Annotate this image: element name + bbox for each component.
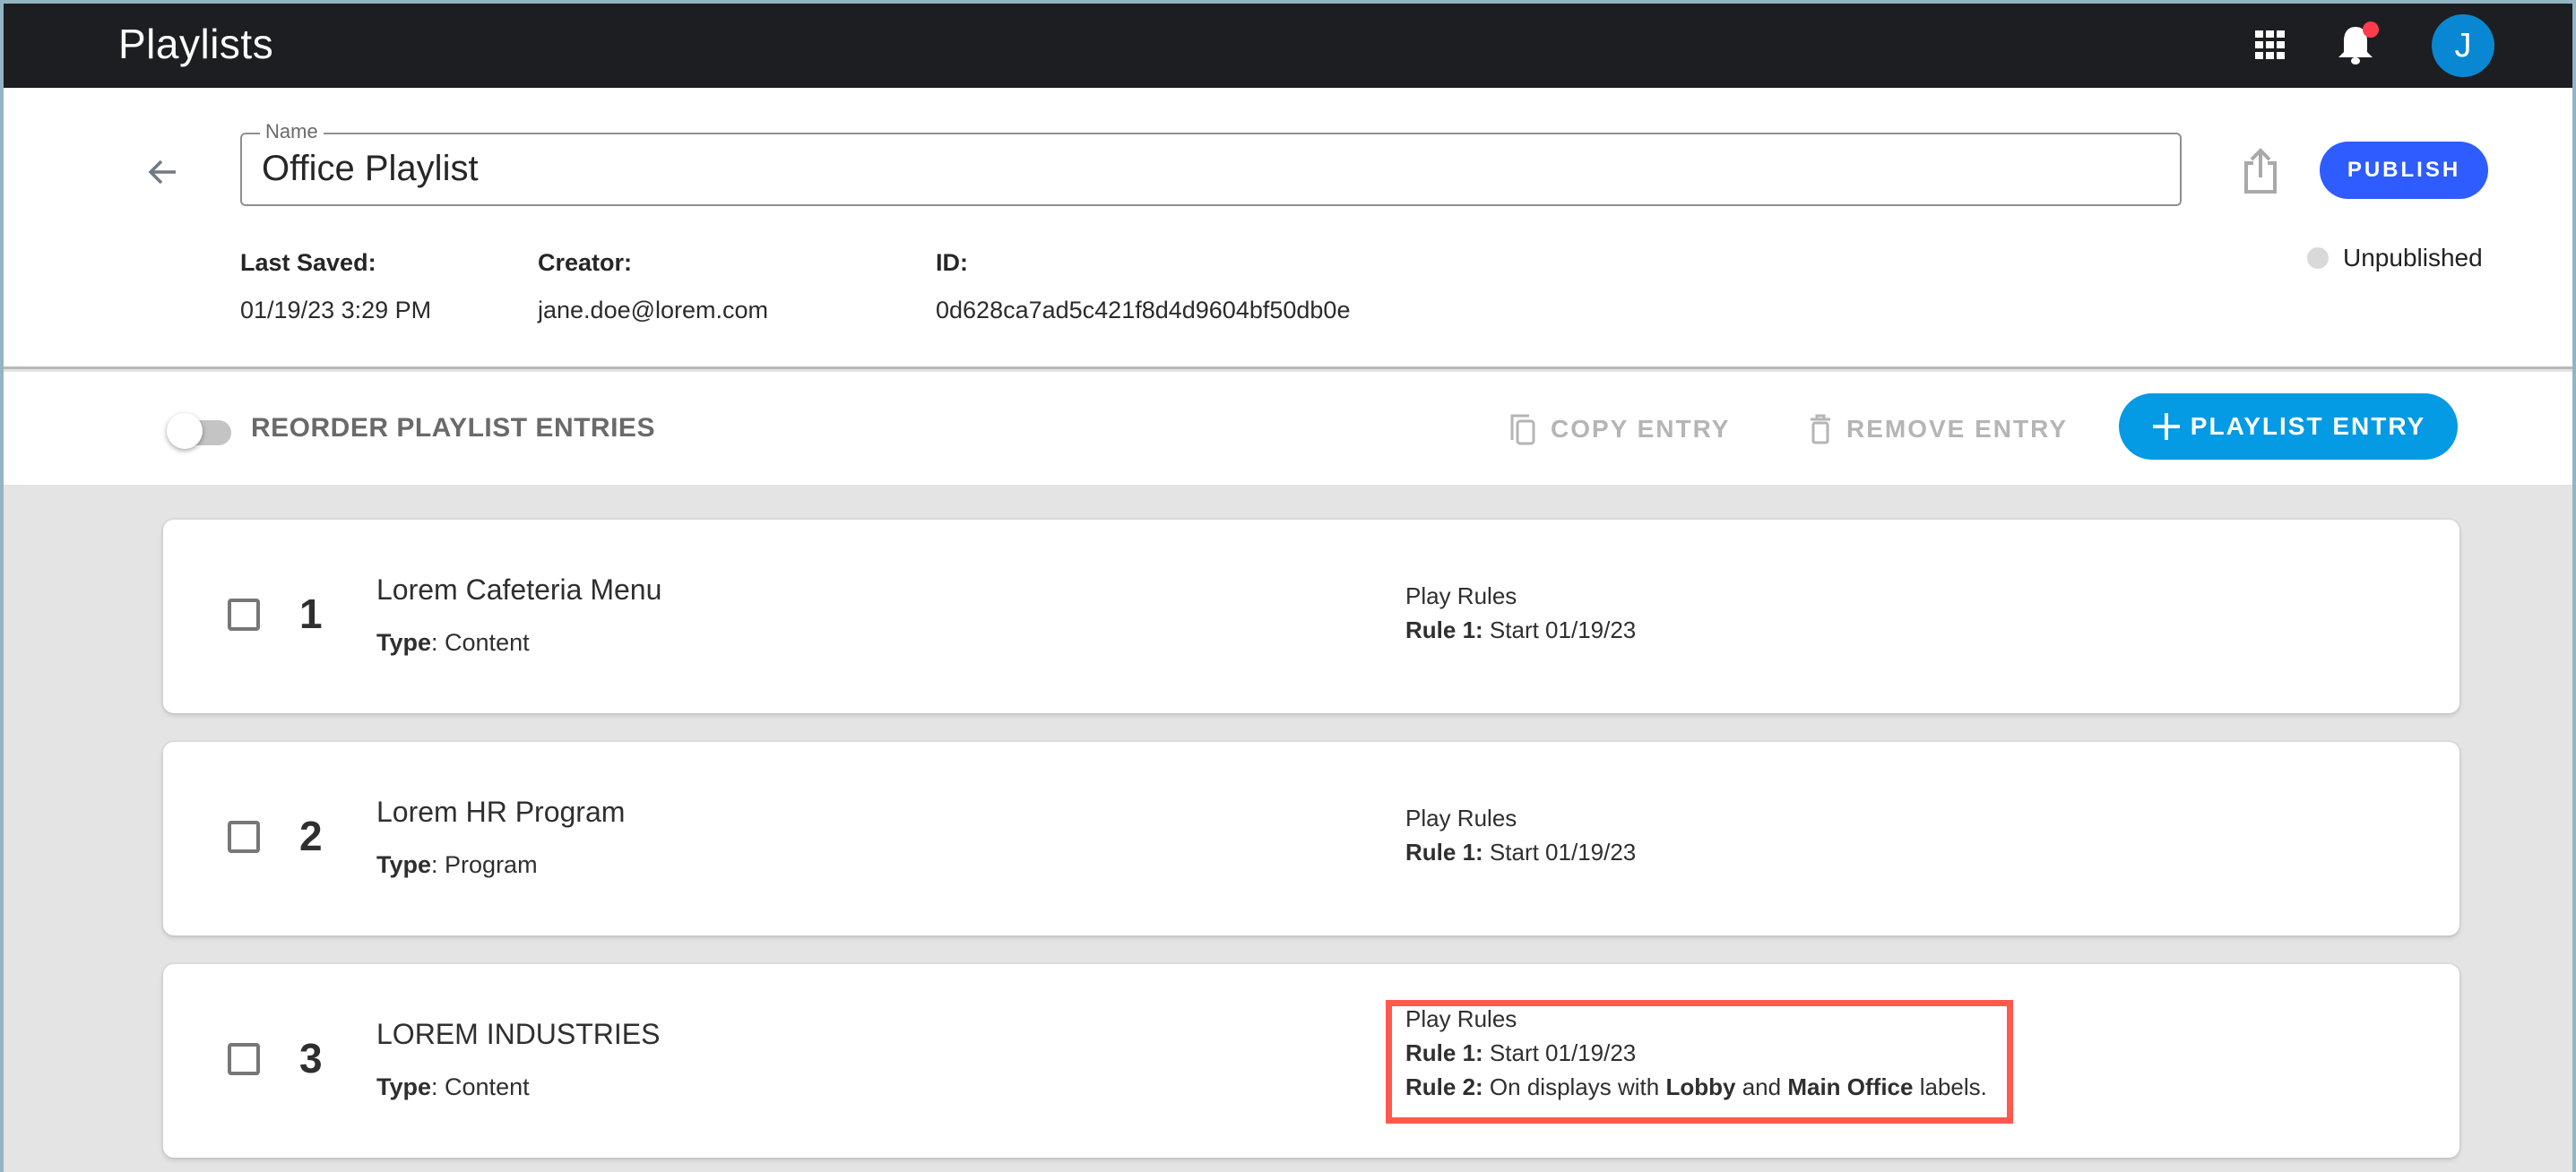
rule-label: Rule 1: <box>1405 839 1483 866</box>
playlist-entry-card[interactable]: 3 LOREM INDUSTRIES Type: Content Play Ru… <box>163 964 2459 1158</box>
play-rules: Play Rules Rule 1: Start 01/19/23 <box>1405 801 1636 869</box>
rule-label: Rule 1: <box>1405 616 1483 643</box>
rule-label: Rule 2: <box>1405 1073 1483 1100</box>
rule-text: Start 01/19/23 <box>1489 1039 1637 1066</box>
creator: Creator: jane.doe@lorem.com <box>538 249 768 324</box>
copy-entry-button[interactable]: COPY ENTRY <box>1509 408 1730 451</box>
name-input[interactable] <box>262 143 2144 194</box>
rule-text: Start 01/19/23 <box>1489 839 1637 866</box>
rule-item: Rule 2: On displays with Lobby and Main … <box>1405 1070 1987 1104</box>
entry-type-value: Content <box>445 1073 530 1100</box>
trash-icon <box>1811 414 1830 444</box>
entry-number: 3 <box>299 1035 323 1082</box>
rule-text-joiner: and <box>1742 1073 1782 1100</box>
apps-grid-icon[interactable] <box>2255 30 2286 61</box>
entry-title: LOREM INDUSTRIES <box>376 1018 661 1050</box>
playlist-entry-card[interactable]: 2 Lorem HR Program Type: Program Play Ru… <box>163 742 2459 935</box>
add-playlist-entry-button[interactable]: PLAYLIST ENTRY <box>2119 393 2458 460</box>
notification-badge <box>2363 22 2379 38</box>
id-label: ID: <box>936 249 968 276</box>
rule-tag: Main Office <box>1787 1073 1914 1100</box>
toggle-thumb <box>167 413 203 449</box>
entry-type: Type: Program <box>376 851 538 878</box>
creator-label: Creator: <box>538 249 633 276</box>
entry-checkbox[interactable] <box>228 1043 260 1075</box>
rule-text: Start 01/19/23 <box>1489 616 1637 643</box>
play-rules: Play Rules Rule 1: Start 01/19/23 Rule 2… <box>1405 1002 1987 1104</box>
rule-text-prefix: On displays with <box>1489 1073 1660 1100</box>
entry-checkbox[interactable] <box>228 821 260 853</box>
last-saved: Last Saved: 01/19/23 3:29 PM <box>240 249 431 324</box>
publish-button[interactable]: PUBLISH <box>2320 142 2488 199</box>
rule-tag: Lobby <box>1665 1073 1736 1100</box>
reorder-toggle[interactable] <box>167 409 238 449</box>
playlist-header: Name PUBLISH Unpublished Last Saved: 01/… <box>4 88 2572 369</box>
status-text: Unpublished <box>2343 244 2483 271</box>
entry-title: Lorem HR Program <box>376 796 626 828</box>
remove-entry-button[interactable]: REMOVE ENTRY <box>1809 408 2068 451</box>
play-rules-title: Play Rules <box>1405 1005 1517 1032</box>
status-dot-icon <box>2307 247 2329 269</box>
publish-status: Unpublished <box>2307 244 2483 272</box>
rule-item: Rule 1: Start 01/19/23 <box>1405 835 1636 869</box>
id-value: 0d628ca7ad5c421f8d4d9604bf50db0e <box>936 297 1351 323</box>
playlist-entry-card[interactable]: 1 Lorem Cafeteria Menu Type: Content Pla… <box>163 520 2459 713</box>
playlist-id: ID: 0d628ca7ad5c421f8d4d9604bf50db0e <box>936 249 1350 324</box>
app-title: Playlists <box>118 21 274 67</box>
last-saved-value: 01/19/23 3:29 PM <box>240 297 432 323</box>
reorder-label: REORDER PLAYLIST ENTRIES <box>251 413 655 443</box>
entry-type-label: Type <box>376 629 432 656</box>
entry-type-label: Type <box>376 1073 432 1100</box>
entry-type: Type: Content <box>376 629 530 656</box>
play-rules-title: Play Rules <box>1405 805 1517 832</box>
entry-type: Type: Content <box>376 1073 530 1100</box>
copy-entry-label: COPY ENTRY <box>1551 415 1731 443</box>
copy-icon <box>1510 414 1535 445</box>
rule-text-suffix: labels. <box>1919 1073 1987 1100</box>
back-arrow-icon[interactable] <box>143 152 183 192</box>
play-rules-title: Play Rules <box>1405 582 1517 609</box>
last-saved-label: Last Saved: <box>240 249 376 276</box>
entry-type-label: Type <box>376 851 432 878</box>
name-field[interactable]: Name <box>240 120 2182 206</box>
rule-item: Rule 1: Start 01/19/23 <box>1405 613 1636 647</box>
entry-number: 2 <box>299 813 323 859</box>
plus-icon <box>2152 413 2180 440</box>
name-field-label: Name <box>260 120 324 143</box>
entry-checkbox[interactable] <box>228 599 260 631</box>
play-rules: Play Rules Rule 1: Start 01/19/23 <box>1405 579 1636 647</box>
add-entry-label: PLAYLIST ENTRY <box>2190 412 2426 440</box>
rule-label: Rule 1: <box>1405 1039 1483 1066</box>
rule-item: Rule 1: Start 01/19/23 <box>1405 1036 1987 1070</box>
avatar[interactable]: J <box>2432 14 2494 77</box>
creator-value: jane.doe@lorem.com <box>538 297 769 323</box>
top-bar: Playlists J <box>4 4 2572 88</box>
entry-number: 1 <box>299 590 323 637</box>
entry-type-value: Program <box>445 851 538 878</box>
remove-entry-label: REMOVE ENTRY <box>1846 415 2068 443</box>
app-window: Playlists J Name PUBLISH <box>4 4 2572 1172</box>
share-icon[interactable] <box>2241 145 2280 195</box>
entry-title: Lorem Cafeteria Menu <box>376 573 662 606</box>
entry-type-value: Content <box>445 629 530 656</box>
entries-toolbar: REORDER PLAYLIST ENTRIES COPY ENTRY REMO… <box>4 372 2572 485</box>
